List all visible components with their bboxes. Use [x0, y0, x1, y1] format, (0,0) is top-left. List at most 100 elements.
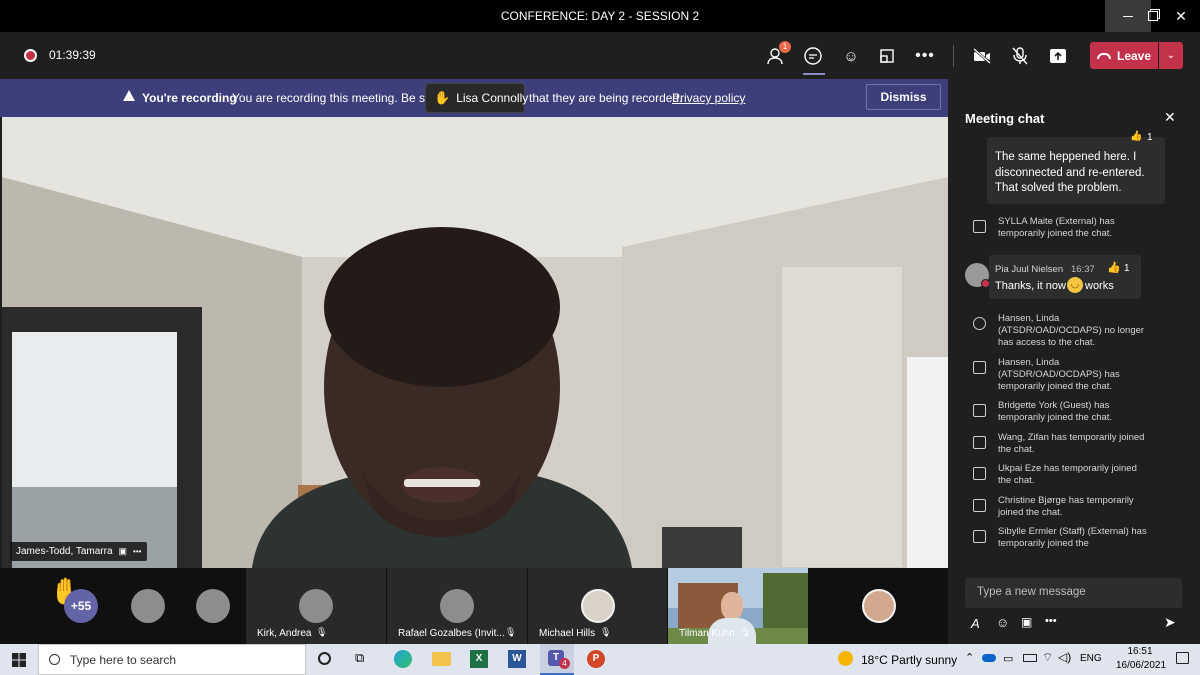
- mic-off-icon: 🎙: [600, 627, 612, 637]
- task-view-icon[interactable]: ⧉: [355, 650, 364, 666]
- participant-tile[interactable]: Kirk, Andrea 🎙: [246, 568, 386, 644]
- raise-hand-icon: ☺: [843, 47, 859, 65]
- compose-placeholder: Type a new message: [977, 586, 1086, 598]
- chat-join-icon: [973, 499, 986, 512]
- privacy-policy-link[interactable]: Privacy policy: [672, 91, 745, 105]
- reactions-button[interactable]: ☺: [838, 43, 864, 69]
- excel-app-icon[interactable]: X: [470, 650, 488, 668]
- share-icon: [1050, 49, 1066, 63]
- avatar: [299, 589, 333, 623]
- leave-label: Leave: [1116, 48, 1152, 63]
- recording-banner: You're recording You are recording this …: [0, 79, 948, 117]
- share-screen-button[interactable]: [1045, 43, 1071, 69]
- chat-join-icon: [973, 467, 986, 480]
- message-text: The same heppened here. I disconnected a…: [995, 151, 1145, 194]
- chat-title: Meeting chat: [965, 111, 1045, 126]
- mic-toggle-button[interactable]: [1007, 43, 1033, 69]
- chat-button[interactable]: [800, 43, 826, 69]
- word-app-icon[interactable]: W: [508, 650, 526, 668]
- chat-message-bubble: 👍 1 The same heppened here. I disconnect…: [987, 131, 1165, 204]
- rooms-icon: [880, 49, 894, 63]
- message-text-end: works: [1085, 280, 1114, 292]
- battery-icon[interactable]: [1023, 654, 1037, 662]
- emoji-icon[interactable]: ☺: [996, 615, 1009, 630]
- meet-now-icon[interactable]: ▭: [1003, 652, 1013, 665]
- send-icon[interactable]: ➤: [1164, 614, 1176, 631]
- more-actions-button[interactable]: •••: [912, 43, 938, 69]
- clock-time[interactable]: 16:51: [1120, 646, 1160, 657]
- phone-hangup-icon: [1096, 52, 1111, 59]
- toolbar-divider: [953, 45, 954, 67]
- format-icon[interactable]: A: [971, 616, 980, 631]
- participant-tile[interactable]: Rafael Gozalbes (Invit... 🎙: [387, 568, 527, 644]
- chat-join-icon: [973, 220, 986, 233]
- speaker-video-image: [2, 117, 948, 568]
- leave-button[interactable]: Leave: [1090, 42, 1158, 69]
- taskbar-search-box[interactable]: Type here to search: [38, 644, 306, 675]
- compose-message-input[interactable]: Type a new message: [965, 578, 1182, 608]
- participant-name: Rafael Gozalbes (Invit...: [398, 628, 505, 639]
- participants-button[interactable]: 1: [764, 41, 791, 69]
- edge-app-icon[interactable]: [394, 650, 412, 668]
- sticker-icon[interactable]: ▣: [1021, 615, 1032, 629]
- clock-date[interactable]: 16/06/2021: [1113, 660, 1169, 671]
- chat-message-bubble: Pia Juul Nielsen 16:37 👍 1 Thanks, it no…: [989, 255, 1141, 299]
- powerpoint-app-icon[interactable]: P: [587, 650, 605, 668]
- camera-toggle-button[interactable]: [969, 43, 995, 69]
- more-icon: •••: [915, 47, 935, 64]
- recording-title: You're recording: [142, 91, 237, 105]
- video-name-tag: James-Todd, Tamarra ▣ •••: [10, 542, 148, 561]
- chat-join-icon: [973, 530, 986, 543]
- reaction-like-icon: 👍: [1107, 262, 1121, 274]
- windows-taskbar: Type here to search ⧉ X W T 4 P 18°C Par…: [0, 644, 1200, 675]
- chat-join-icon: [973, 404, 986, 417]
- avatar[interactable]: [196, 589, 230, 623]
- reaction-count: 1: [1147, 132, 1153, 143]
- message-text-start: Thanks, it now: [995, 280, 1066, 292]
- mic-off-icon: 🎙: [316, 627, 328, 637]
- weather-text[interactable]: 18°C Partly sunny: [861, 653, 957, 667]
- chat-leave-icon: [973, 317, 986, 330]
- meeting-toolbar: 01:39:39 1 ☺ ••• Leave ⌄: [0, 32, 1200, 79]
- restore-icon: [1148, 11, 1158, 21]
- speaker-name: James-Todd, Tamarra: [16, 546, 113, 557]
- weather-icon[interactable]: [838, 651, 853, 666]
- warning-icon: [123, 90, 135, 101]
- mic-off-icon: [1012, 47, 1028, 65]
- chevron-down-icon: ⌄: [1166, 50, 1176, 61]
- participant-tile[interactable]: Michael Hills 🎙: [528, 568, 667, 644]
- volume-icon[interactable]: ◁): [1058, 650, 1071, 664]
- breakout-button[interactable]: [874, 43, 900, 69]
- reaction-like-icon: 👍: [1130, 131, 1143, 142]
- mic-off-icon: 🎙: [740, 627, 752, 637]
- notification-center-icon[interactable]: [1176, 652, 1189, 664]
- close-chat-button[interactable]: ✕: [1164, 109, 1176, 126]
- participants-badge: 1: [779, 41, 791, 53]
- cortana-icon[interactable]: [318, 652, 331, 665]
- participant-name: Michael Hills: [539, 628, 596, 639]
- participant-tile[interactable]: Tilman Kuhn 🎙: [668, 568, 808, 644]
- screen-share-indicator-icon: ▣: [118, 546, 128, 556]
- window-title-bar: CONFERENCE: DAY 2 - SESSION 2 ✕: [0, 0, 1200, 32]
- dismiss-button[interactable]: Dismiss: [866, 84, 941, 110]
- avatar[interactable]: [862, 589, 896, 623]
- chat-icon: [804, 47, 822, 65]
- more-icon[interactable]: •••: [133, 547, 141, 556]
- meeting-chat-panel: Meeting chat ✕ 👍 1 The same heppened her…: [951, 79, 1200, 644]
- file-explorer-app-icon[interactable]: [432, 652, 451, 666]
- overflow-count: +55: [70, 599, 92, 613]
- language-indicator[interactable]: ENG: [1080, 653, 1102, 664]
- more-icon[interactable]: •••: [1045, 615, 1057, 627]
- onedrive-icon[interactable]: [982, 654, 996, 662]
- participant-name: Kirk, Andrea: [257, 628, 312, 639]
- more-participants-button[interactable]: +55: [64, 589, 98, 623]
- chevron-up-icon[interactable]: ⌃: [965, 651, 974, 664]
- message-time: 16:37: [1071, 264, 1095, 275]
- participant-strip: ✋ +55 Kirk, Andrea 🎙 Rafael Gozalbes (In…: [0, 568, 948, 644]
- start-button[interactable]: [0, 644, 38, 675]
- leave-options-button[interactable]: ⌄: [1159, 42, 1183, 69]
- teams-app-icon[interactable]: T 4: [540, 644, 574, 675]
- avatar[interactable]: [131, 589, 165, 623]
- wifi-icon[interactable]: ⌔: [1042, 650, 1053, 665]
- close-window-button[interactable]: ✕: [1158, 0, 1200, 32]
